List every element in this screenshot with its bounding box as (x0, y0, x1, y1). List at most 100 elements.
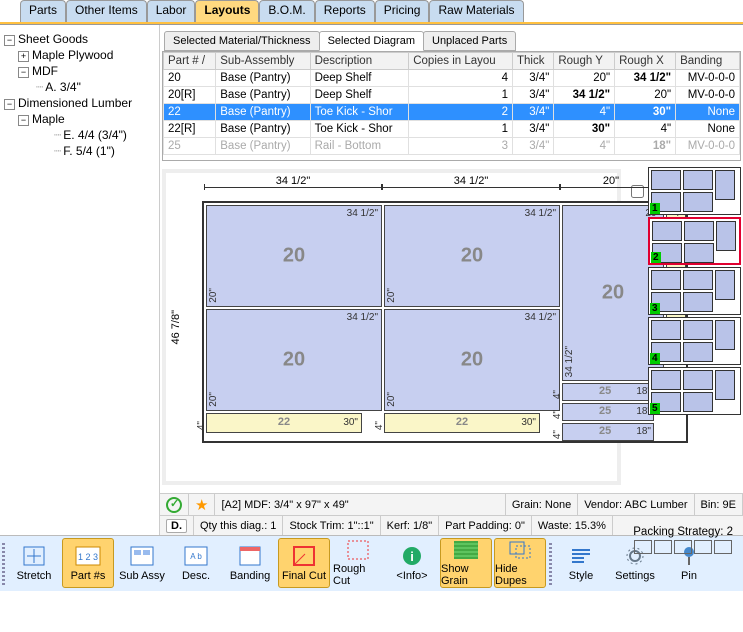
pack-icon-5[interactable] (714, 540, 732, 554)
thumb-4[interactable]: 4 (648, 317, 741, 365)
collapse-icon[interactable]: − (4, 35, 15, 46)
table-row[interactable]: 22Base (Pantry)Toe Kick - Shor23/4"4"30"… (164, 104, 740, 121)
status-trim[interactable]: Stock Trim: 1"::1" (283, 516, 380, 535)
sub-tab-diagram[interactable]: Selected Diagram (319, 31, 424, 51)
col-desc[interactable]: Description (310, 53, 409, 70)
table-cell: 34 1/2" (615, 70, 676, 87)
tb-hide-dupes[interactable]: Hide Dupes (494, 538, 546, 588)
bottom-toolbar: Stretch 1 2 3Part #s Sub Assy A bDesc. B… (0, 535, 743, 591)
status-star-icon[interactable]: ★ (189, 494, 215, 515)
thumb-row: 1 (631, 167, 741, 215)
part-dim: 4" (552, 410, 563, 419)
col-banding[interactable]: Banding (676, 53, 740, 70)
table-cell: 4" (554, 138, 615, 155)
material-tree: −Sheet Goods +Maple Plywood −MDF A. 3/4"… (0, 25, 160, 535)
expand-icon[interactable]: + (18, 51, 29, 62)
tab-raw-materials[interactable]: Raw Materials (429, 0, 523, 22)
status-vendor[interactable]: Vendor: ABC Lumber (578, 494, 694, 515)
tree-mdf[interactable]: −MDF (4, 63, 155, 79)
tab-other-items[interactable]: Other Items (66, 0, 147, 22)
table-cell: 20" (615, 87, 676, 104)
col-part[interactable]: Part # / (164, 53, 216, 70)
tab-bom[interactable]: B.O.M. (259, 0, 314, 22)
tree-maple-e[interactable]: E. 4/4 (3/4") (4, 127, 155, 143)
part-20-3[interactable]: 20 34 1/2" 20" (206, 309, 382, 411)
tb-show-grain[interactable]: Show Grain (440, 538, 492, 588)
collapse-icon[interactable]: − (4, 99, 15, 110)
pack-icon-1[interactable] (634, 540, 652, 554)
tb-rough-cut[interactable]: Rough Cut (332, 538, 384, 588)
col-copies[interactable]: Copies in Layou (409, 53, 513, 70)
tree-mdf-a[interactable]: A. 3/4" (4, 79, 155, 95)
tb-style[interactable]: Style (555, 538, 607, 588)
pack-icon-2[interactable] (654, 540, 672, 554)
table-cell: 25 (164, 138, 216, 155)
status-d[interactable]: D. (160, 516, 194, 535)
table-cell: 34 1/2" (554, 87, 615, 104)
status-pad[interactable]: Part Padding: 0" (439, 516, 532, 535)
status-grain[interactable]: Grain: None (506, 494, 578, 515)
tree-maple-plywood[interactable]: +Maple Plywood (4, 47, 155, 63)
thumb-5[interactable]: 5 (648, 367, 741, 415)
tab-pricing[interactable]: Pricing (375, 0, 430, 22)
part-20-1[interactable]: 20 34 1/2" 20" (206, 205, 382, 307)
status-sheet[interactable]: [A2] MDF: 3/4" x 97" x 49" (215, 494, 505, 515)
tb-part-nums[interactable]: 1 2 3Part #s (62, 538, 114, 588)
thumb-1[interactable]: 1 (648, 167, 741, 215)
part-label: 25 (599, 385, 611, 397)
part-20-4[interactable]: 20 34 1/2" 20" (384, 309, 560, 411)
tree-maple[interactable]: −Maple (4, 111, 155, 127)
part-25-1[interactable]: 25 18" 4" (562, 383, 654, 401)
tb-stretch[interactable]: Stretch (8, 538, 60, 588)
dupes-icon (506, 539, 534, 561)
pack-icon-3[interactable] (674, 540, 692, 554)
pack-icon-4[interactable] (694, 540, 712, 554)
thumb-number: 1 (650, 203, 660, 214)
col-thick[interactable]: Thick (512, 53, 553, 70)
collapse-icon[interactable]: − (18, 115, 29, 126)
stretch-icon (20, 544, 48, 568)
status-bin[interactable]: Bin: 9E (695, 494, 743, 515)
part-22-1[interactable]: 22 30" 4" (206, 413, 362, 433)
tree-dim-lumber[interactable]: −Dimensioned Lumber (4, 95, 155, 111)
table-row[interactable]: 22[R]Base (Pantry)Toe Kick - Shor13/4"30… (164, 121, 740, 138)
parts-grid[interactable]: Part # / Sub-Assembly Description Copies… (163, 52, 740, 155)
tb-desc[interactable]: A bDesc. (170, 538, 222, 588)
part-22-2[interactable]: 22 30" 4" (384, 413, 540, 433)
col-subassy[interactable]: Sub-Assembly (216, 53, 310, 70)
tab-labor[interactable]: Labor (147, 0, 196, 22)
thumb-2[interactable]: 2 (648, 217, 741, 265)
table-cell: Toe Kick - Shor (310, 104, 409, 121)
part-25-2[interactable]: 25 18" 4" (562, 403, 654, 421)
tab-layouts[interactable]: Layouts (195, 0, 259, 22)
col-roughy[interactable]: Rough Y (554, 53, 615, 70)
table-row[interactable]: 20[R]Base (Pantry)Deep Shelf13/4"34 1/2"… (164, 87, 740, 104)
main-tab-bar: Parts Other Items Labor Layouts B.O.M. R… (0, 0, 743, 22)
sub-tab-unplaced[interactable]: Unplaced Parts (423, 31, 516, 51)
status-kerf[interactable]: Kerf: 1/8" (381, 516, 439, 535)
tree-sheet-goods[interactable]: −Sheet Goods (4, 31, 155, 47)
tab-parts[interactable]: Parts (20, 0, 66, 22)
tb-subassy[interactable]: Sub Assy (116, 538, 168, 588)
table-row[interactable]: 20Base (Pantry)Deep Shelf43/4"20"34 1/2"… (164, 70, 740, 87)
part-20-2[interactable]: 20 34 1/2" 20" (384, 205, 560, 307)
tree-maple-f[interactable]: F. 5/4 (1") (4, 143, 155, 159)
sub-tab-material[interactable]: Selected Material/Thickness (164, 31, 320, 51)
table-cell: Base (Pantry) (216, 138, 310, 155)
status-qty[interactable]: Qty this diag.: 1 (194, 516, 283, 535)
table-cell: Toe Kick - Shor (310, 121, 409, 138)
thumb-3[interactable]: 3 (648, 267, 741, 315)
tb-banding[interactable]: Banding (224, 538, 276, 588)
table-row[interactable]: 25Base (Pantry)Rail - Bottom33/4"4"18"MV… (164, 138, 740, 155)
part-dim: 20" (208, 288, 219, 303)
col-roughx[interactable]: Rough X (615, 53, 676, 70)
final-cut-icon (290, 544, 318, 568)
layout-diagram[interactable]: 34 1/2" 34 1/2" 20" 4" 46 7/8" 20 34 1/2… (162, 169, 621, 485)
part-25-3[interactable]: 25 18" 4" (562, 423, 654, 441)
tb-label: Part #s (71, 570, 106, 582)
collapse-icon[interactable]: − (18, 67, 29, 78)
thumb-number: 5 (650, 403, 660, 414)
tb-info[interactable]: i<Info> (386, 538, 438, 588)
tb-final-cut[interactable]: Final Cut (278, 538, 330, 588)
tab-reports[interactable]: Reports (315, 0, 375, 22)
